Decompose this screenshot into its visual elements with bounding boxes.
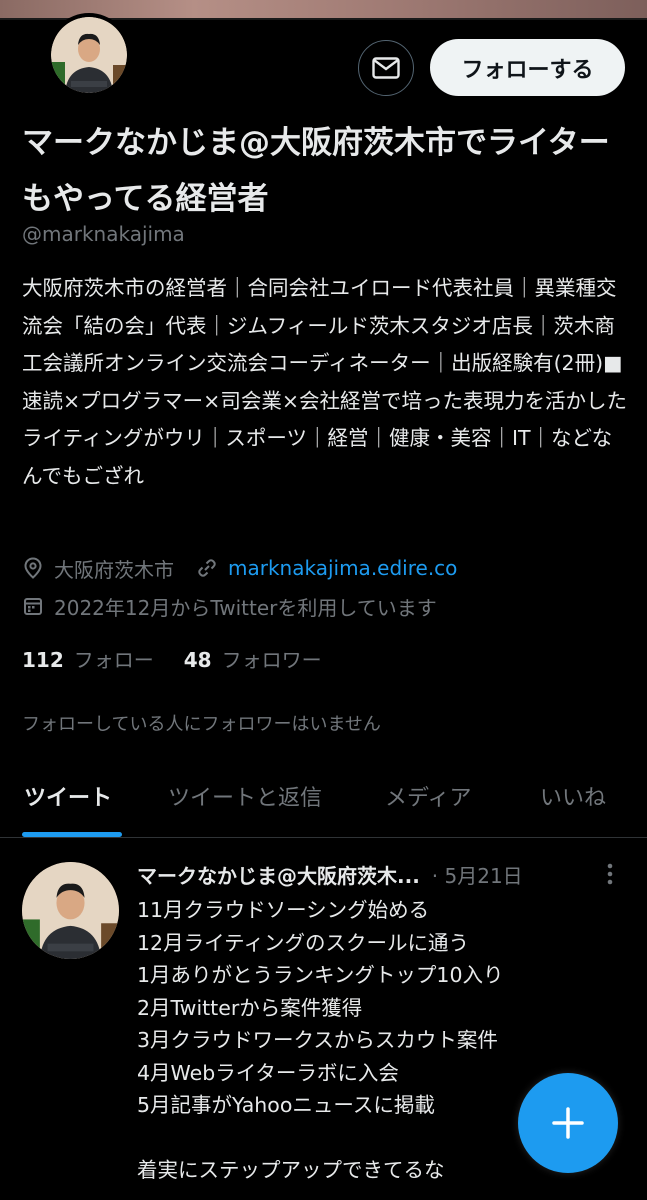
- following-count: 112: [22, 648, 64, 672]
- profile-website-link[interactable]: marknakajima.edire.co: [228, 556, 457, 580]
- profile-tabs: ツイート ツイートと返信 メディア いいね: [0, 770, 647, 838]
- followers-count: 48: [183, 648, 212, 672]
- profile-joined-row: 2022年12月からTwitterを利用しています: [22, 591, 437, 621]
- profile-location: 大阪府茨木市: [54, 557, 174, 582]
- tweet-header: マークなかじま@大阪府茨木... · 5月21日: [137, 860, 523, 889]
- profile-handle: @marknakajima: [22, 222, 185, 246]
- follow-stats: 112 フォロー 48 フォロワー: [22, 644, 352, 673]
- plus-icon: [552, 1107, 584, 1139]
- profile-photo: [51, 17, 127, 93]
- tab-media[interactable]: メディア: [385, 780, 471, 812]
- mail-icon: [372, 57, 400, 79]
- followers-stat[interactable]: 48 フォロワー: [184, 644, 322, 673]
- message-button[interactable]: [358, 40, 414, 96]
- calendar-icon: [22, 595, 44, 617]
- tab-tweets-and-replies[interactable]: ツイートと返信: [168, 780, 322, 812]
- profile-avatar[interactable]: [47, 13, 131, 97]
- following-label: フォロー: [73, 648, 154, 672]
- location-icon: [22, 557, 44, 579]
- followers-label: フォロワー: [221, 648, 322, 672]
- profile-bio: 大阪府茨木市の経営者｜合同会社ユイロード代表社員｜異業種交流会「結の会」代表｜ジ…: [22, 276, 628, 488]
- more-options-icon[interactable]: [600, 860, 620, 888]
- compose-tweet-button[interactable]: [518, 1073, 618, 1173]
- follow-button[interactable]: フォローする: [430, 39, 625, 96]
- profile-meta-row: 大阪府茨木市 marknakajima.edire.co: [22, 553, 457, 583]
- person-photo-icon: [22, 862, 119, 959]
- following-stat[interactable]: 112 フォロー: [22, 644, 154, 673]
- tweet-author-avatar[interactable]: [22, 862, 119, 959]
- profile-joined-date: 2022年12月からTwitterを利用しています: [54, 595, 437, 620]
- tweet-author-name[interactable]: マークなかじま@大阪府茨木...: [137, 860, 420, 889]
- active-tab-indicator: [22, 832, 122, 837]
- profile-name: マークなかじま@大阪府茨木市でライターもやってる経営者: [22, 125, 610, 217]
- link-icon: [196, 557, 218, 579]
- mutual-followers-note: フォローしている人にフォロワーはいません: [22, 714, 381, 735]
- tweet-date[interactable]: · 5月21日: [432, 860, 523, 889]
- tab-likes[interactable]: いいね: [540, 780, 606, 812]
- person-photo-icon: [51, 17, 127, 93]
- tab-tweets[interactable]: ツイート: [24, 780, 112, 812]
